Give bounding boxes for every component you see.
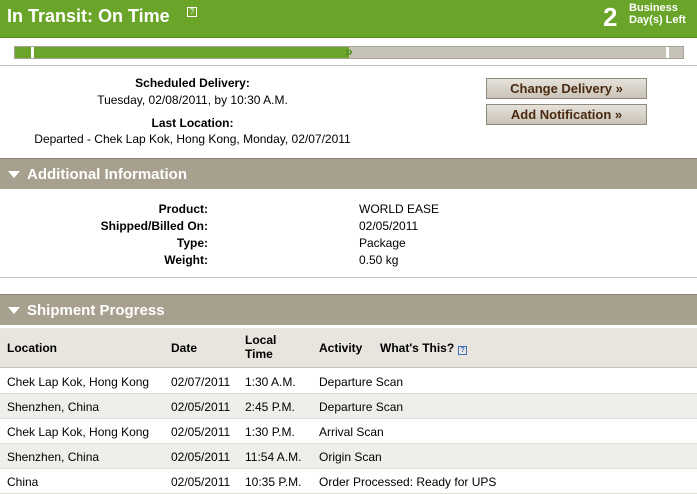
table-row: China 02/05/2011 10:35 P.M. Order Proces… [0, 469, 697, 494]
column-activity: Activity [319, 341, 363, 355]
table-row: Chek Lap Kok, Hong Kong 02/07/2011 1:30 … [0, 369, 697, 394]
additional-info-header[interactable]: Additional Information [0, 158, 697, 189]
table-row: Chek Lap Kok, Hong Kong 02/05/2011 1:30 … [0, 419, 697, 444]
collapse-triangle-icon[interactable] [8, 307, 20, 314]
progress-arrow-icon: » [345, 43, 353, 59]
help-icon[interactable]: ? [187, 7, 197, 17]
progress-track: » [14, 43, 684, 59]
scheduled-delivery-value: Tuesday, 02/08/2011, by 10:30 A.M. [97, 93, 288, 107]
change-delivery-button[interactable]: Change Delivery » [486, 78, 647, 99]
scheduled-delivery-label: Scheduled Delivery: [135, 76, 250, 90]
last-location-label: Last Location: [151, 116, 234, 130]
last-location-value: Departed - Chek Lap Kok, Hong Kong, Mond… [34, 132, 351, 146]
progress-end-marker [666, 47, 669, 58]
days-left-count: 2 [603, 2, 618, 32]
table-row: Shenzhen, China 02/05/2011 2:45 P.M. Dep… [0, 394, 697, 419]
delivery-summary: Scheduled Delivery: Tuesday, 02/08/2011,… [0, 66, 697, 158]
shipment-progress-header[interactable]: Shipment Progress [0, 294, 697, 325]
days-left-label: Business Day(s) Left [629, 2, 686, 26]
info-row: Weight: 0.50 kg [164, 253, 399, 267]
section-title: Shipment Progress [27, 302, 165, 319]
info-row: Shipped/Billed On: 02/05/2011 [100, 219, 419, 233]
table-row: Shenzhen, China 02/05/2011 11:54 A.M. Or… [0, 444, 697, 469]
additional-info-panel: Product: WORLD EASE Shipped/Billed On: 0… [0, 190, 697, 278]
help-icon[interactable]: ? [458, 346, 468, 355]
info-row: Product: WORLD EASE [158, 202, 440, 216]
collapse-triangle-icon[interactable] [8, 171, 20, 178]
progress-table-header: Location Date Local Time Activity What's… [0, 328, 697, 368]
whats-this-label: What's This?? [380, 341, 468, 355]
add-notification-button[interactable]: Add Notification » [486, 104, 647, 125]
column-local-time: Local Time [245, 333, 277, 361]
progress-start-marker [31, 47, 34, 58]
status-header: In Transit: On Time ? 2 Business Day(s) … [0, 0, 697, 38]
progress-fill [15, 47, 349, 58]
column-location: Location [7, 341, 57, 355]
status-title: In Transit: On Time [7, 6, 170, 26]
section-title: Additional Information [27, 166, 187, 183]
info-row: Type: Package [176, 236, 406, 250]
progress-bar-area: » [0, 38, 697, 66]
column-date: Date [171, 341, 198, 355]
